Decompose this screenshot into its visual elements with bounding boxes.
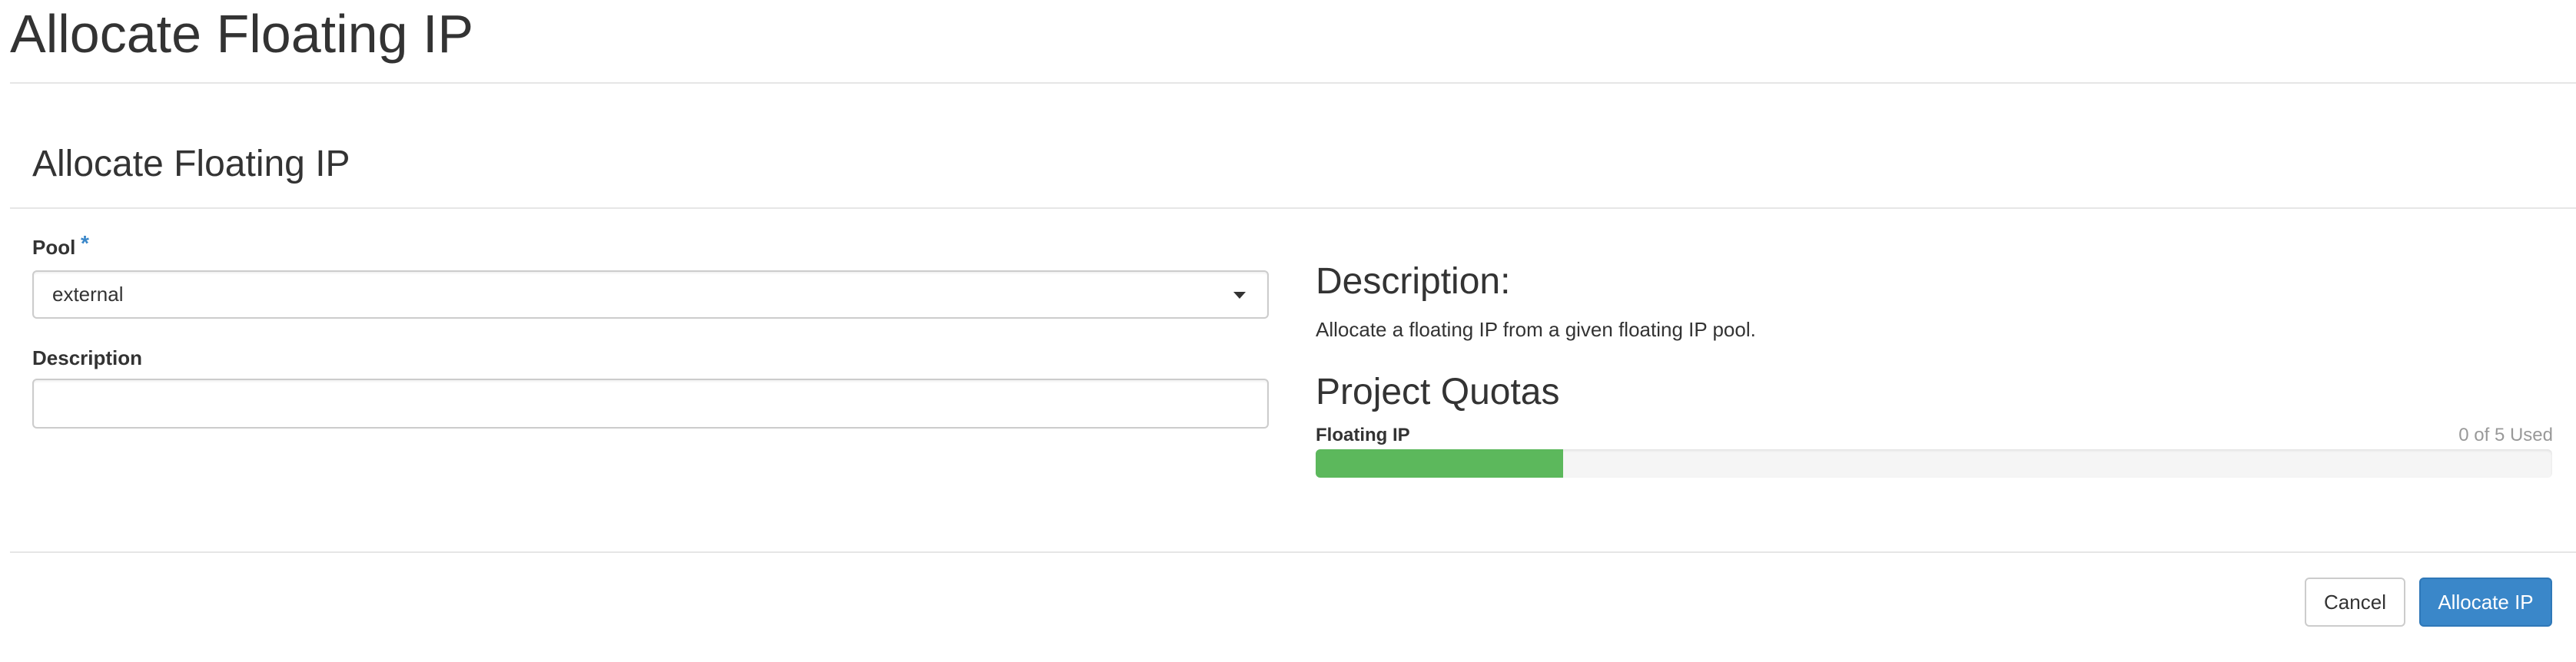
description-label: Description <box>32 346 143 369</box>
quota-usage-text: 0 of 5 Used <box>2458 425 2553 445</box>
modal-footer-divider <box>10 551 2576 553</box>
description-input[interactable] <box>32 379 1269 429</box>
required-marker: * <box>81 231 89 255</box>
help-text: Allocate a floating IP from a given floa… <box>1316 318 1756 341</box>
cancel-button[interactable]: Cancel <box>2305 578 2405 627</box>
chevron-down-icon <box>1233 292 1246 299</box>
page-title: Allocate Floating IP <box>10 4 474 64</box>
quota-progress-bar <box>1316 449 2552 478</box>
modal-title: Allocate Floating IP <box>32 144 350 184</box>
allocate-ip-button[interactable]: Allocate IP <box>2419 578 2552 627</box>
help-heading: Description: <box>1316 261 1511 302</box>
pool-select-value: external <box>52 283 124 306</box>
modal-header-divider <box>10 207 2576 209</box>
quota-progress-fill <box>1316 449 1563 478</box>
quotas-heading: Project Quotas <box>1316 372 1560 412</box>
pool-select[interactable]: external <box>32 270 1269 319</box>
quota-label-floating-ip: Floating IP <box>1316 425 1410 445</box>
page-header-divider <box>10 82 2576 84</box>
pool-label: Pool <box>32 236 76 259</box>
